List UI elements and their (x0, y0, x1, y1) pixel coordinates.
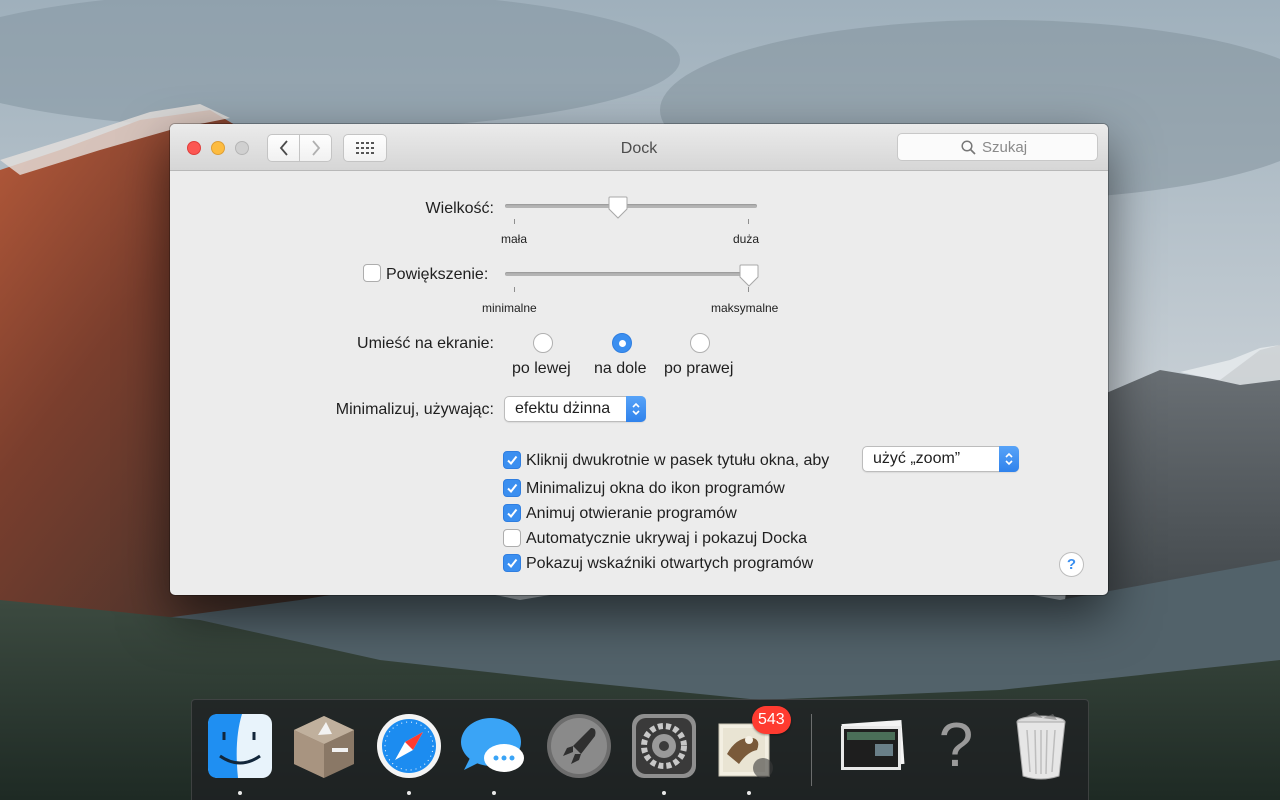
size-min-label: mała (501, 232, 528, 246)
size-max-label: duża (733, 232, 760, 246)
autohide-dock-label: Automatycznie ukrywaj i pokazuj Docka (526, 530, 808, 547)
magnification-slider-thumb[interactable] (738, 264, 760, 288)
mail-running-indicator (747, 791, 751, 795)
finder-running-indicator (238, 791, 242, 795)
launchpad-icon[interactable] (543, 710, 615, 782)
show-indicators-label: Pokazuj wskaźniki otwartych programów (526, 555, 814, 572)
autohide-dock-checkbox[interactable] (503, 529, 521, 547)
size-tick-min (514, 219, 515, 224)
messages-icon[interactable] (458, 710, 530, 782)
minimize-effect-select[interactable]: efektu dżinna (504, 396, 646, 422)
double-click-action-select[interactable]: użyć „zoom” (862, 446, 1019, 472)
magnification-tick-min (514, 287, 515, 292)
size-slider-thumb[interactable] (607, 196, 629, 220)
double-click-label: Kliknij dwukrotnie w pasek tytułu okna, … (526, 452, 830, 469)
checkmark-icon (507, 483, 518, 494)
messages-running-indicator (492, 791, 496, 795)
position-label: Umieść na ekranie: (357, 335, 494, 352)
search-input[interactable] (982, 138, 1034, 156)
select-arrows-icon (999, 446, 1019, 472)
magnification-min-label: minimalne (482, 301, 537, 315)
dock-preferences-window: Dock Wielkość: mała duża Powiększenie: m… (170, 124, 1108, 595)
select-arrows-icon (626, 396, 646, 422)
minimize-effect-value: efektu dżinna (515, 400, 611, 417)
trash-icon[interactable] (1005, 710, 1077, 782)
question-mark-icon[interactable]: ? (920, 710, 992, 782)
size-tick-max (748, 219, 749, 224)
checkmark-icon (507, 558, 518, 569)
checkmark-icon (507, 455, 518, 466)
dock: 543 ? (191, 699, 1089, 800)
position-right-radio[interactable] (690, 333, 710, 353)
size-label: Wielkość: (425, 200, 494, 217)
size-slider-track[interactable] (505, 204, 757, 208)
double-click-checkbox[interactable] (503, 451, 521, 469)
position-left-radio[interactable] (533, 333, 553, 353)
minimize-effect-label: Minimalizuj, używając: (335, 401, 494, 418)
safari-running-indicator (407, 791, 411, 795)
system-preferences-icon[interactable] (628, 710, 700, 782)
position-bottom-label: na dole (594, 360, 647, 377)
position-right-label: po prawej (664, 360, 734, 377)
magnification-checkbox[interactable] (363, 264, 381, 282)
checkmark-icon (507, 508, 518, 519)
animate-opening-label: Animuj otwieranie programów (526, 505, 737, 522)
search-field[interactable] (897, 133, 1098, 161)
magnification-max-label: maksymalne (711, 301, 779, 315)
minimize-to-app-icon-label: Minimalizuj okna do ikon programów (526, 480, 785, 497)
help-button[interactable]: ? (1059, 552, 1084, 577)
show-indicators-checkbox[interactable] (503, 554, 521, 572)
archive-utility-icon[interactable] (288, 710, 360, 782)
system-preferences-running-indicator (662, 791, 666, 795)
position-bottom-radio[interactable] (612, 333, 632, 353)
minimize-to-app-icon-checkbox[interactable] (503, 479, 521, 497)
downloads-stack-icon[interactable] (835, 710, 907, 782)
magnification-label: Powiększenie: (386, 266, 489, 283)
double-click-action-value: użyć „zoom” (873, 450, 961, 467)
mail-unread-badge: 543 (752, 706, 791, 734)
dock-separator (811, 714, 812, 786)
title-bar: Dock (170, 124, 1108, 171)
safari-icon[interactable] (373, 710, 445, 782)
finder-icon[interactable] (204, 710, 276, 782)
magnification-slider-track[interactable] (505, 272, 757, 276)
animate-opening-checkbox[interactable] (503, 504, 521, 522)
position-left-label: po lewej (512, 360, 571, 377)
search-icon (961, 139, 976, 155)
